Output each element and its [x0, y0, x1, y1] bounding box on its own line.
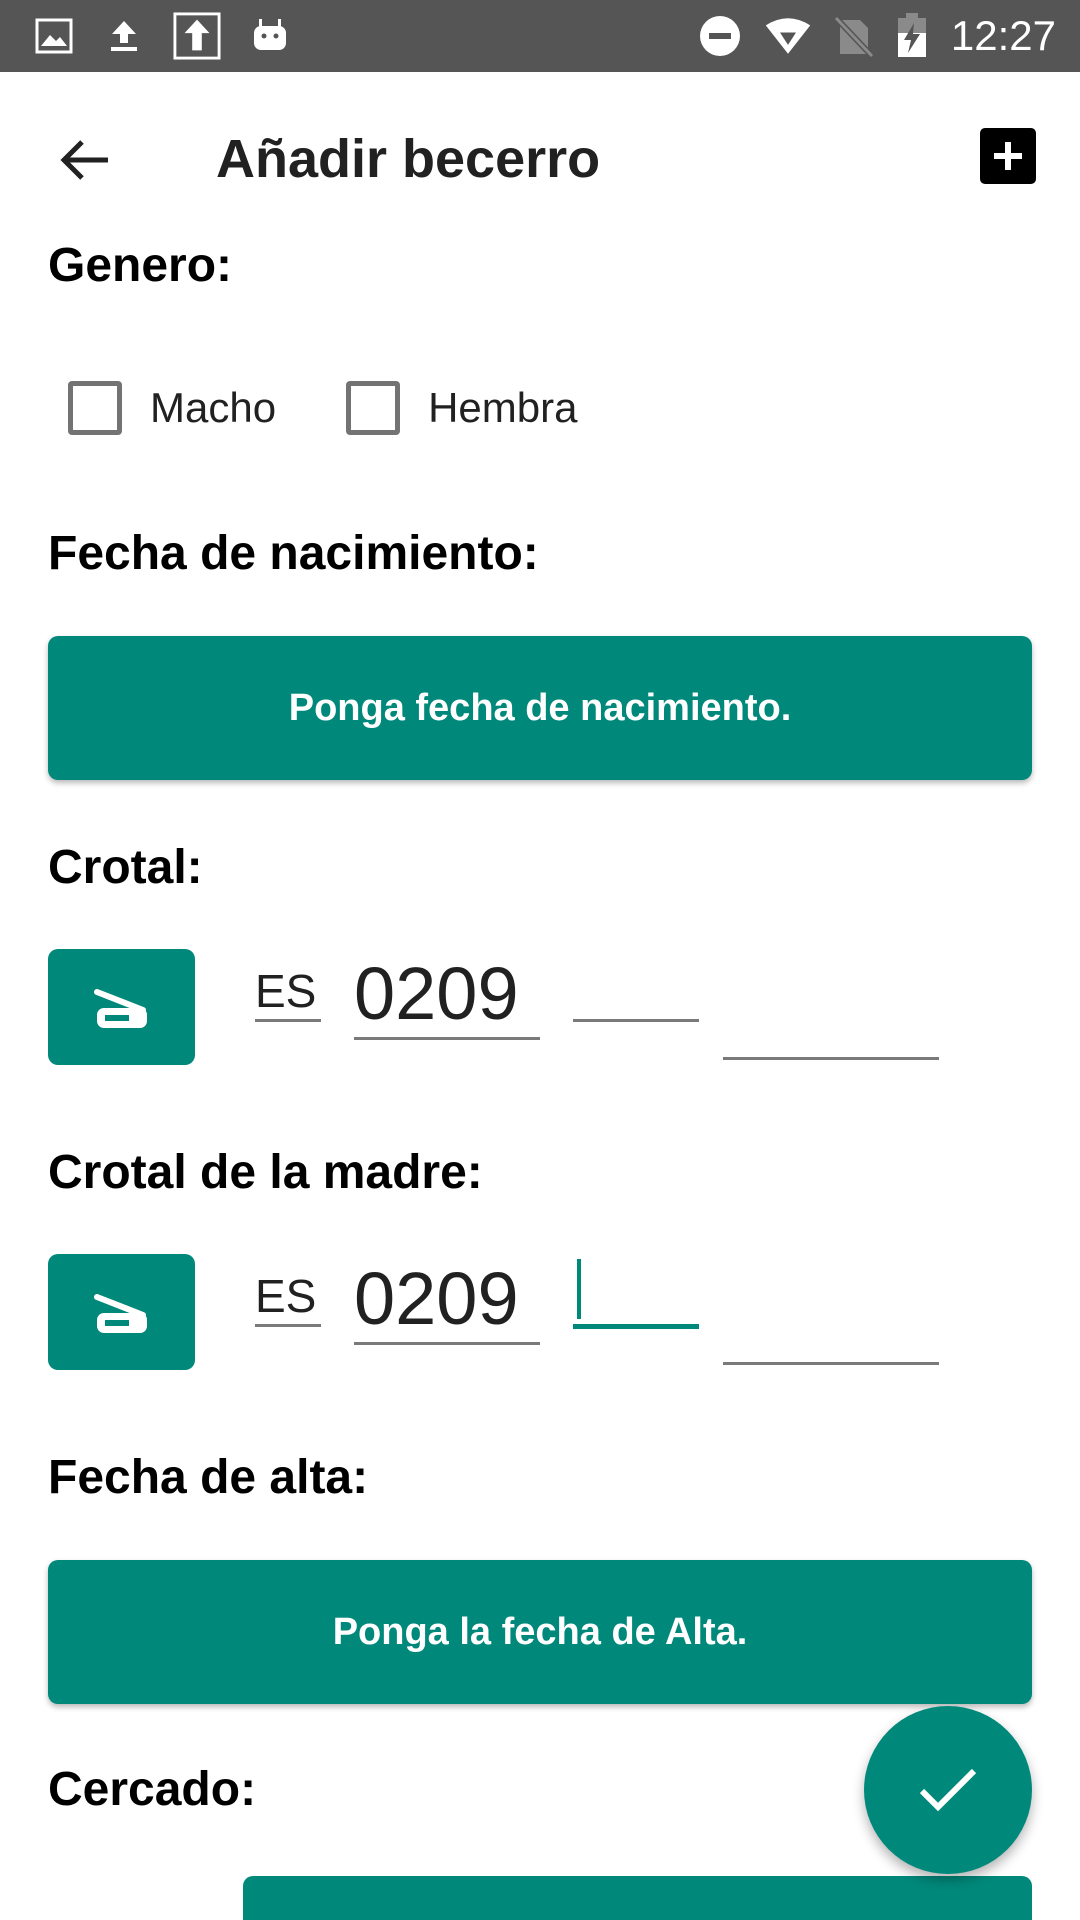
mother-tag-prefix-field[interactable]: 0209	[354, 1245, 540, 1345]
android-icon	[246, 12, 294, 60]
enclosure-select-button[interactable]	[243, 1876, 1032, 1920]
mother-tag-part4-underline	[723, 1362, 939, 1365]
mother-tag-prefix-underline	[354, 1342, 540, 1345]
mother-tag-part3-field[interactable]	[573, 1245, 699, 1329]
no-sim-icon	[830, 12, 878, 60]
check-icon	[919, 1768, 977, 1812]
gender-options: Macho Hembra	[68, 378, 647, 438]
ear-tag-country-field[interactable]: ES	[255, 950, 321, 1022]
ear-tag-part4-underline	[723, 1057, 939, 1060]
status-bar: 12:27	[0, 0, 1080, 72]
checkbox-macho[interactable]: Macho	[68, 381, 276, 435]
ear-tag-prefix-field[interactable]: 0209	[354, 940, 540, 1040]
ear-tag-country-value: ES	[255, 965, 317, 1017]
checkbox-hembra-box[interactable]	[346, 381, 401, 435]
image-icon	[30, 12, 78, 60]
mother-tag-country-underline	[255, 1324, 321, 1327]
upload-box-icon	[173, 12, 221, 60]
birth-date-label: Fecha de nacimiento:	[48, 527, 539, 580]
checkbox-hembra-label[interactable]: Hembra	[428, 384, 577, 432]
text-cursor	[577, 1259, 581, 1319]
confirm-fab[interactable]	[864, 1706, 1032, 1874]
ear-tag-label: Crotal:	[48, 841, 203, 894]
app-bar: Añadir becerro	[0, 72, 1080, 240]
checkbox-hembra[interactable]: Hembra	[346, 381, 577, 435]
registration-date-label: Fecha de alta:	[48, 1451, 369, 1504]
checkbox-macho-label[interactable]: Macho	[150, 384, 276, 432]
ear-tag-scan-button[interactable]	[48, 949, 195, 1065]
mother-tag-country-field[interactable]: ES	[255, 1255, 321, 1327]
wifi-icon	[764, 12, 812, 60]
page-title: Añadir becerro	[216, 129, 601, 189]
mother-tag-country-value: ES	[255, 1270, 317, 1322]
gender-label: Genero:	[48, 239, 233, 292]
mother-tag-part4-field[interactable]	[723, 1245, 939, 1365]
registration-date-button[interactable]: Ponga la fecha de Alta.	[48, 1560, 1032, 1704]
ear-tag-part4-field[interactable]	[723, 940, 939, 1060]
status-time: 12:27	[950, 12, 1056, 59]
mother-tag-label: Crotal de la madre:	[48, 1146, 483, 1199]
enclosure-label: Cercado:	[48, 1763, 257, 1816]
mother-tag-part3-underline	[573, 1324, 699, 1329]
ear-tag-country-underline	[255, 1019, 321, 1022]
upload-icon	[100, 12, 148, 60]
back-button[interactable]	[40, 120, 128, 200]
add-button[interactable]	[980, 128, 1036, 184]
battery-charging-icon	[888, 12, 936, 60]
do-not-disturb-icon	[696, 12, 744, 60]
ear-tag-prefix-value: 0209	[354, 952, 519, 1035]
mother-tag-prefix-value: 0209	[354, 1257, 519, 1340]
scanner-icon	[93, 1294, 147, 1333]
add-box-icon	[994, 142, 1022, 170]
ear-tag-part3-underline	[573, 1019, 699, 1022]
ear-tag-part3-field[interactable]	[573, 940, 699, 1022]
checkbox-macho-box[interactable]	[68, 381, 122, 435]
arrow-left-icon	[60, 140, 108, 180]
ear-tag-prefix-underline	[354, 1037, 540, 1040]
birth-date-button[interactable]: Ponga fecha de nacimiento.	[48, 636, 1032, 780]
scanner-icon	[93, 989, 147, 1028]
mother-tag-scan-button[interactable]	[48, 1254, 195, 1370]
